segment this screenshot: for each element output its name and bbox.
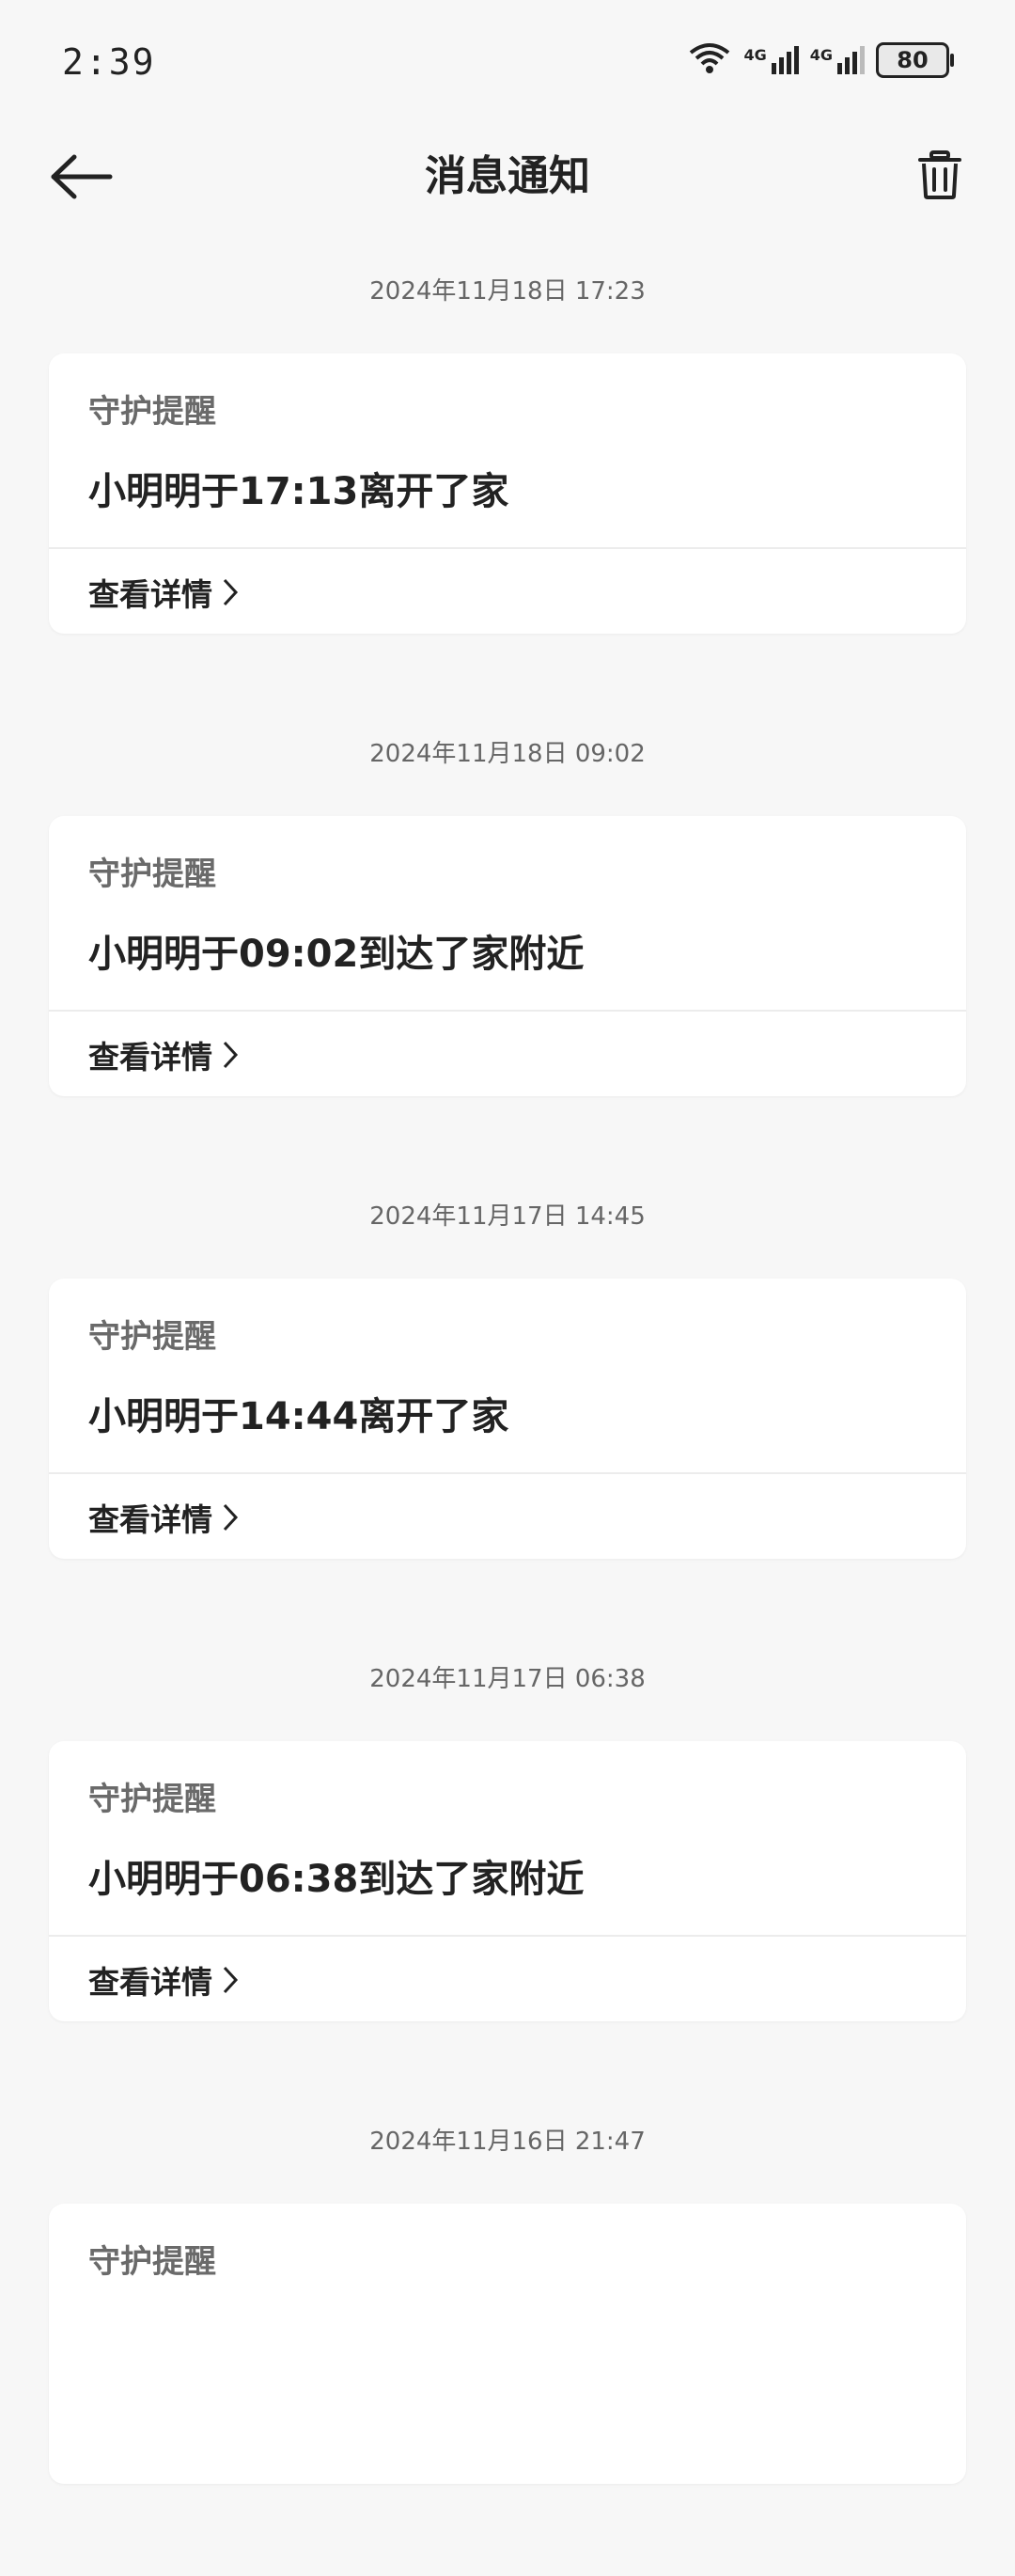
view-details-label: 查看详情: [88, 1039, 212, 1076]
chevron-right-icon: [222, 577, 239, 607]
message-category: 守护提醒: [88, 393, 216, 431]
signal-icon: 4G: [810, 46, 865, 74]
card-divider: [49, 1472, 966, 1474]
message-category: 守护提醒: [88, 1781, 216, 1818]
chevron-right-icon: [222, 1502, 239, 1532]
message-group: 2024年11月18日 09:02 守护提醒 小明明于09:02到达了家附近 查…: [0, 726, 1015, 1188]
message-group: 2024年11月17日 06:38 守护提醒 小明明于06:38到达了家附近 查…: [0, 1651, 1015, 2113]
card-divider: [49, 547, 966, 549]
app-header: 消息通知: [0, 132, 1015, 282]
message-category: 守护提醒: [88, 2243, 216, 2281]
message-card[interactable]: 守护提醒 小明明于17:13离开了家 查看详情: [49, 353, 966, 634]
message-group: 2024年11月16日 21:47 守护提醒: [0, 2113, 1015, 2576]
signal-2-label: 4G: [809, 46, 833, 64]
signal-1-label: 4G: [743, 46, 767, 64]
message-card[interactable]: 守护提醒 小明明于06:38到达了家附近 查看详情: [49, 1741, 966, 2021]
message-timestamp: 2024年11月17日 14:45: [369, 1202, 646, 1231]
view-details-label: 查看详情: [88, 1501, 212, 1538]
status-icons: 4G 4G 80: [687, 41, 954, 79]
view-details-label: 查看详情: [88, 576, 212, 613]
view-details-link[interactable]: 查看详情: [88, 1489, 239, 1546]
card-divider: [49, 1010, 966, 1012]
message-text: 小明明于14:44离开了家: [88, 1395, 509, 1438]
message-text: 小明明于09:02到达了家附近: [88, 933, 585, 976]
message-list: 2024年11月18日 17:23 守护提醒 小明明于17:13离开了家 查看详…: [0, 263, 1015, 2576]
status-time: 2:39: [62, 41, 156, 83]
delete-button[interactable]: [902, 139, 977, 214]
message-group: 2024年11月17日 14:45 守护提醒 小明明于14:44离开了家 查看详…: [0, 1188, 1015, 1651]
view-details-link[interactable]: 查看详情: [88, 1952, 239, 2008]
view-details-link[interactable]: 查看详情: [88, 1027, 239, 1083]
chevron-right-icon: [222, 1965, 239, 1995]
view-details-link[interactable]: 查看详情: [88, 564, 239, 620]
battery-level: 80: [897, 47, 929, 73]
message-timestamp: 2024年11月18日 09:02: [369, 740, 646, 768]
message-card[interactable]: 守护提醒 小明明于09:02到达了家附近 查看详情: [49, 816, 966, 1096]
message-category: 守护提醒: [88, 1318, 216, 1356]
message-text: 小明明于06:38到达了家附近: [88, 1858, 585, 1901]
trash-icon: [918, 150, 961, 203]
message-text: 小明明于17:13离开了家: [88, 470, 509, 513]
message-card[interactable]: 守护提醒: [49, 2204, 966, 2484]
message-timestamp: 2024年11月16日 21:47: [369, 2128, 646, 2156]
chevron-right-icon: [222, 1040, 239, 1070]
view-details-label: 查看详情: [88, 1964, 212, 2001]
wifi-icon: [687, 41, 732, 79]
message-card[interactable]: 守护提醒 小明明于14:44离开了家 查看详情: [49, 1279, 966, 1559]
status-bar: 2:39 4G 4G 80: [0, 0, 1015, 132]
signal-icon: 4G: [743, 46, 799, 74]
page-title: 消息通知: [425, 152, 590, 200]
message-timestamp: 2024年11月17日 06:38: [369, 1665, 646, 1693]
message-timestamp: 2024年11月18日 17:23: [369, 277, 646, 306]
message-group: 2024年11月18日 17:23 守护提醒 小明明于17:13离开了家 查看详…: [0, 263, 1015, 726]
card-divider: [49, 1935, 966, 1937]
message-category: 守护提醒: [88, 856, 216, 893]
battery-icon: 80: [876, 42, 954, 78]
